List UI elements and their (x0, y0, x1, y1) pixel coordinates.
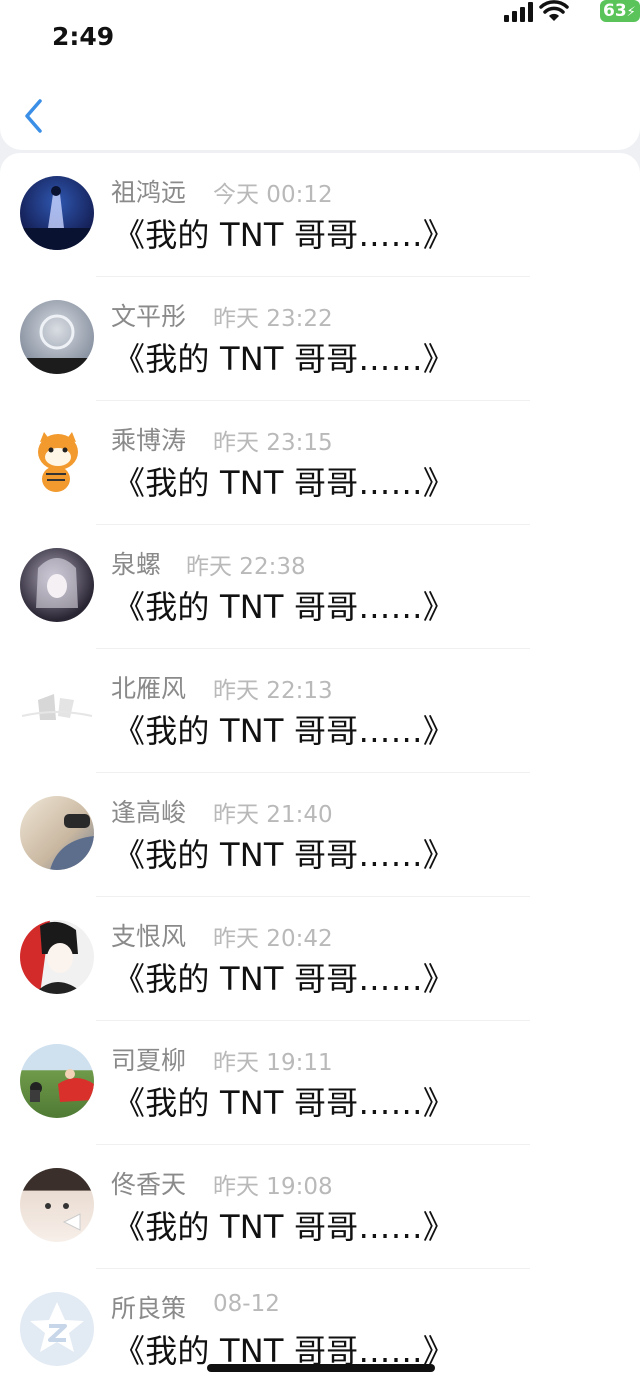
message-time: 昨天 22:38 (186, 554, 306, 580)
message-text: 《我的 TNT 哥哥……》 (113, 340, 455, 378)
avatar (20, 548, 94, 622)
status-time: 2:49 (52, 22, 115, 51)
list-item[interactable]: 祖鸿远 今天 00:12 《我的 TNT 哥哥……》 (0, 153, 640, 277)
message-text: 《我的 TNT 哥哥……》 (113, 960, 455, 998)
message-text: 《我的 TNT 哥哥……》 (113, 836, 455, 874)
message-text: 《我的 TNT 哥哥……》 (113, 1084, 455, 1122)
message-time: 昨天 20:42 (213, 926, 333, 952)
message-text: 《我的 TNT 哥哥……》 (113, 588, 455, 626)
sender-name: 佟香天 (111, 1170, 187, 1199)
home-indicator[interactable] (207, 1364, 435, 1372)
message-time: 08-12 (213, 1291, 280, 1317)
sender-name: 司夏柳 (111, 1046, 187, 1075)
top-bar: 2:49 63⚡ (0, 0, 640, 150)
avatar (20, 1168, 94, 1242)
message-text: 《我的 TNT 哥哥……》 (113, 1208, 455, 1246)
back-chevron-icon[interactable] (18, 96, 52, 136)
list-item[interactable]: 文平彤 昨天 23:22 《我的 TNT 哥哥……》 (0, 277, 640, 401)
message-time: 昨天 23:22 (213, 306, 333, 332)
sender-name: 所良策 (111, 1294, 187, 1323)
message-time: 昨天 19:11 (213, 1050, 333, 1076)
cellular-signal-icon (504, 2, 534, 22)
avatar (20, 796, 94, 870)
battery-icon: 63⚡ (600, 0, 640, 22)
battery-level: 63 (603, 1, 627, 21)
sender-name: 逢高峻 (111, 798, 187, 827)
avatar (20, 1292, 94, 1366)
avatar (20, 1044, 94, 1118)
list-item[interactable]: 逢高峻 昨天 21:40 《我的 TNT 哥哥……》 (0, 773, 640, 897)
sender-name: 乘博涛 (111, 426, 187, 455)
list-item[interactable]: 支恨风 昨天 20:42 《我的 TNT 哥哥……》 (0, 897, 640, 1021)
sender-name: 支恨风 (111, 922, 187, 951)
message-time: 昨天 19:08 (213, 1174, 333, 1200)
sender-name: 文平彤 (111, 302, 187, 331)
avatar (20, 920, 94, 994)
avatar (20, 176, 94, 250)
list-item[interactable]: 司夏柳 昨天 19:11 《我的 TNT 哥哥……》 (0, 1021, 640, 1145)
message-text: 《我的 TNT 哥哥……》 (113, 464, 455, 502)
list-item[interactable]: 佟香天 昨天 19:08 《我的 TNT 哥哥……》 (0, 1145, 640, 1269)
message-list: 祖鸿远 今天 00:12 《我的 TNT 哥哥……》 文平彤 昨天 23:22 … (0, 153, 640, 1385)
avatar (20, 424, 94, 498)
sender-name: 泉螺 (111, 550, 162, 579)
list-item[interactable]: 乘博涛 昨天 23:15 《我的 TNT 哥哥……》 (0, 401, 640, 525)
sender-name: 祖鸿远 (111, 178, 187, 207)
message-time: 昨天 23:15 (213, 430, 333, 456)
wifi-icon (539, 0, 569, 21)
avatar (20, 672, 94, 746)
message-time: 今天 00:12 (213, 182, 333, 208)
message-text: 《我的 TNT 哥哥……》 (113, 216, 455, 254)
sender-name: 北雁风 (111, 674, 187, 703)
message-time: 昨天 22:13 (213, 678, 333, 704)
message-text: 《我的 TNT 哥哥……》 (113, 712, 455, 750)
list-item[interactable]: 北雁风 昨天 22:13 《我的 TNT 哥哥……》 (0, 649, 640, 773)
list-item[interactable]: 泉螺 昨天 22:38 《我的 TNT 哥哥……》 (0, 525, 640, 649)
message-time: 昨天 21:40 (213, 802, 333, 828)
avatar (20, 300, 94, 374)
